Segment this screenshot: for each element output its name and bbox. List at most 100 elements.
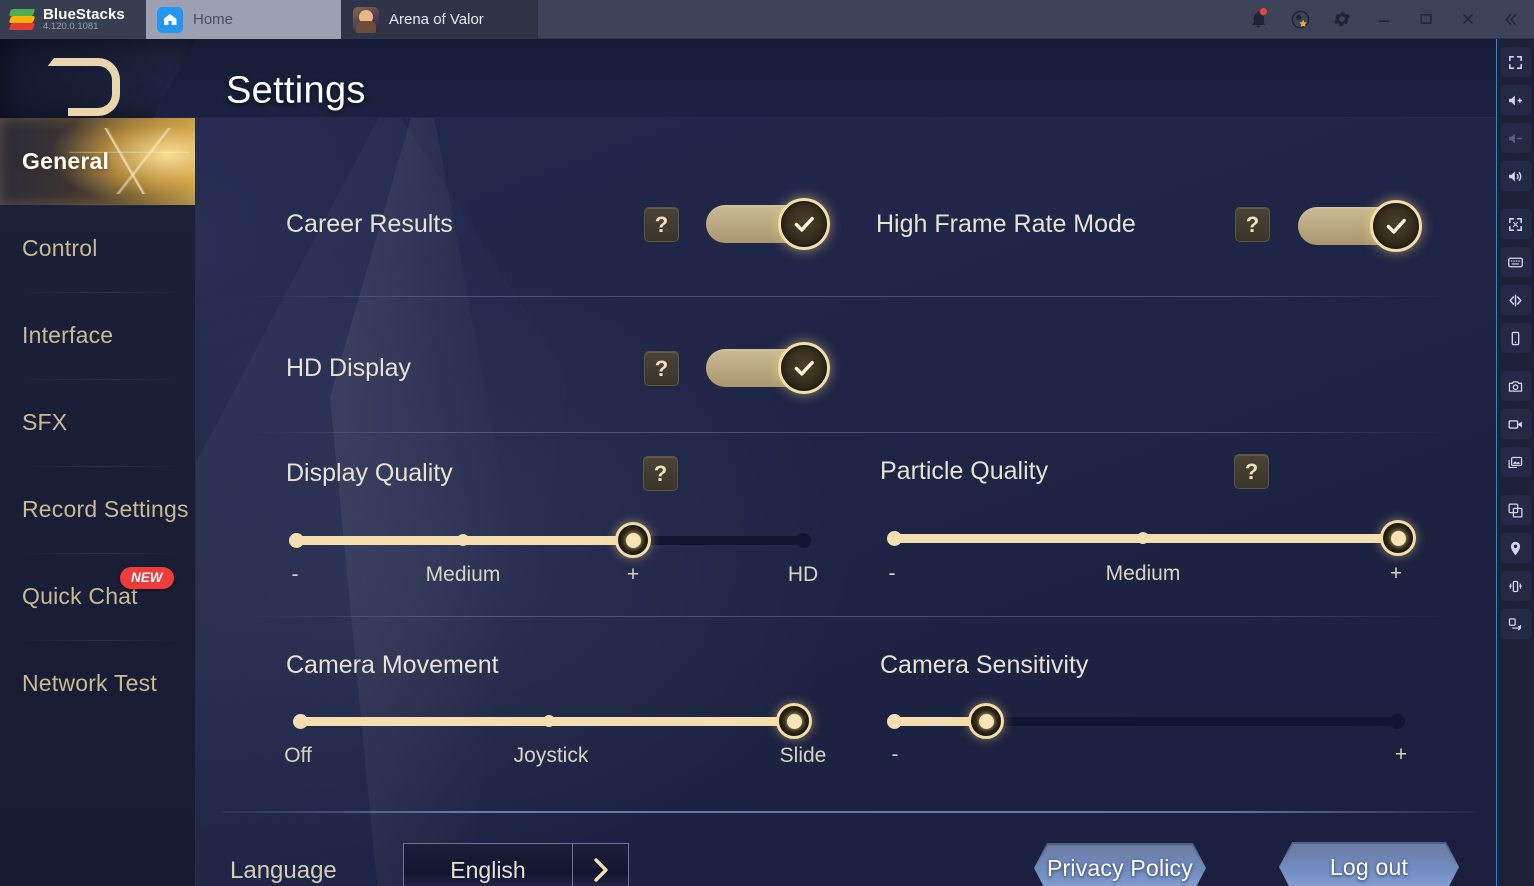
sidebar-item-control[interactable]: Control (0, 205, 195, 292)
row-separator (244, 432, 1452, 433)
rail-cap-right (1390, 714, 1405, 729)
aov-d-logo-icon (54, 57, 120, 116)
display-quality-help-button[interactable]: ? (643, 456, 678, 491)
sidebar-item-interface[interactable]: Interface (0, 292, 195, 379)
game-viewport: Settings General Control Interface SFX R… (0, 39, 1496, 886)
career-results-toggle[interactable] (706, 198, 830, 250)
tab-home[interactable]: Home (146, 0, 342, 39)
slider-tick (457, 534, 470, 546)
camera-movement-tick-2: Slide (779, 744, 827, 767)
game-icon (353, 6, 379, 33)
keyboard-controls-icon[interactable] (1500, 247, 1531, 277)
particle-quality-slider[interactable] (887, 520, 1416, 556)
collapse-chevrons-icon[interactable] (1490, 0, 1530, 39)
sidebar-item-record-settings-label: Record Settings (22, 496, 189, 522)
particle-quality-help-button[interactable]: ? (1234, 454, 1269, 489)
bluestacks-brand: BlueStacks 4.120.0.1081 (0, 0, 146, 39)
row-separator (244, 296, 1452, 297)
particle-quality-tick-2: + (1389, 562, 1403, 585)
titlebar-controls (1238, 0, 1534, 38)
sidebar-item-sfx[interactable]: SFX (0, 379, 195, 466)
settings-gear-icon[interactable] (1322, 0, 1362, 39)
location-pin-icon[interactable] (1500, 533, 1531, 563)
fill-cap-left (289, 533, 304, 548)
settings-header: Settings (0, 39, 1496, 118)
sidebar-item-general[interactable]: General (0, 118, 195, 205)
media-manager-icon[interactable] (1500, 447, 1531, 477)
language-select[interactable]: English (403, 843, 629, 886)
particle-quality-label: Particle Quality (880, 457, 1049, 485)
multi-instance-icon[interactable] (1500, 495, 1531, 525)
privacy-policy-label: Privacy Policy (1047, 854, 1193, 881)
slider-thumb[interactable] (968, 703, 1005, 739)
notifications-bell-icon[interactable] (1238, 0, 1278, 39)
toggle-knob-checked (778, 342, 830, 394)
sidebar-item-record-settings[interactable]: Record Settings (0, 466, 195, 553)
copy-to-pc-icon[interactable] (1500, 609, 1531, 639)
camera-sensitivity-slider[interactable] (887, 703, 1405, 739)
script-code-icon[interactable] (1500, 285, 1531, 315)
screenshot-camera-icon[interactable] (1500, 371, 1531, 401)
slider-thumb[interactable] (1380, 520, 1416, 556)
camera-movement-label: Camera Movement (286, 651, 499, 679)
rail-cap-right (796, 533, 811, 548)
volume-down-icon[interactable] (1500, 123, 1531, 153)
sidebar-item-network-test-label: Network Test (22, 670, 157, 696)
sidebar-item-quick-chat-label: Quick Chat (22, 583, 138, 609)
close-icon[interactable] (1448, 0, 1488, 39)
career-results-help-button[interactable]: ? (644, 207, 679, 242)
sidebar-item-quick-chat[interactable]: NEW Quick Chat (0, 553, 195, 640)
display-quality-tick-3: HD (787, 563, 819, 586)
maximize-icon[interactable] (1406, 0, 1446, 39)
bluestacks-logo-icon (8, 8, 36, 31)
fullscreen-icon[interactable] (1500, 47, 1531, 77)
rotate-screen-icon[interactable] (1500, 323, 1531, 353)
slider-thumb[interactable] (615, 522, 652, 558)
row-separator (244, 616, 1452, 617)
title-bar: BlueStacks 4.120.0.1081 Home Arena of Va… (0, 0, 1534, 39)
footer-separator (222, 811, 1476, 813)
tab-home-label: Home (193, 11, 234, 28)
chevron-right-icon[interactable] (572, 844, 628, 886)
new-badge: NEW (120, 567, 174, 589)
language-value: English (450, 856, 526, 883)
home-icon (157, 6, 183, 33)
settings-sidebar: General Control Interface SFX Record Set… (0, 118, 196, 886)
video-record-icon[interactable] (1500, 409, 1531, 439)
slider-tick (543, 715, 555, 727)
camera-movement-tick-0: Off (284, 744, 312, 767)
account-star-icon[interactable] (1280, 0, 1320, 39)
resize-window-icon[interactable] (1500, 209, 1531, 239)
brand-version: 4.120.0.1081 (43, 21, 99, 33)
logout-label: Log out (1329, 853, 1409, 880)
high-frame-rate-mode-help-button[interactable]: ? (1235, 207, 1270, 242)
display-quality-tick-1: Medium (425, 563, 501, 586)
camera-movement-slider[interactable] (293, 703, 812, 739)
minimize-icon[interactable] (1364, 0, 1404, 39)
shake-device-icon[interactable] (1500, 571, 1531, 601)
hd-display-toggle[interactable] (706, 342, 830, 394)
slider-thumb[interactable] (776, 703, 812, 739)
bluestacks-side-toolbar (1496, 39, 1534, 886)
camera-sensitivity-label: Camera Sensitivity (880, 651, 1089, 679)
privacy-policy-button[interactable]: Privacy Policy (1034, 843, 1206, 886)
tab-arena-of-valor-label: Arena of Valor (389, 11, 484, 28)
brand-name: BlueStacks (43, 5, 125, 23)
language-label: Language (230, 857, 337, 884)
volume-up-icon[interactable] (1500, 85, 1531, 115)
tab-arena-of-valor[interactable]: Arena of Valor (342, 0, 538, 39)
toggle-knob-checked (1370, 200, 1422, 252)
sidebar-item-network-test[interactable]: Network Test (0, 640, 195, 727)
career-results-label: Career Results (286, 210, 453, 238)
camera-sensitivity-tick-1: + (1394, 743, 1408, 766)
logout-button[interactable]: Log out (1279, 842, 1459, 886)
camera-sensitivity-tick-0: - (891, 743, 899, 766)
display-quality-slider[interactable] (289, 522, 811, 558)
bluestacks-window: BlueStacks 4.120.0.1081 Home Arena of Va… (0, 0, 1534, 886)
sidebar-item-interface-label: Interface (22, 322, 114, 348)
hd-display-help-button[interactable]: ? (644, 351, 679, 386)
sidebar-item-control-label: Control (22, 235, 98, 261)
titlebar-spacer (538, 0, 1238, 38)
high-frame-rate-mode-toggle[interactable] (1298, 200, 1422, 252)
volume-mute-toggle-icon[interactable] (1500, 161, 1531, 191)
